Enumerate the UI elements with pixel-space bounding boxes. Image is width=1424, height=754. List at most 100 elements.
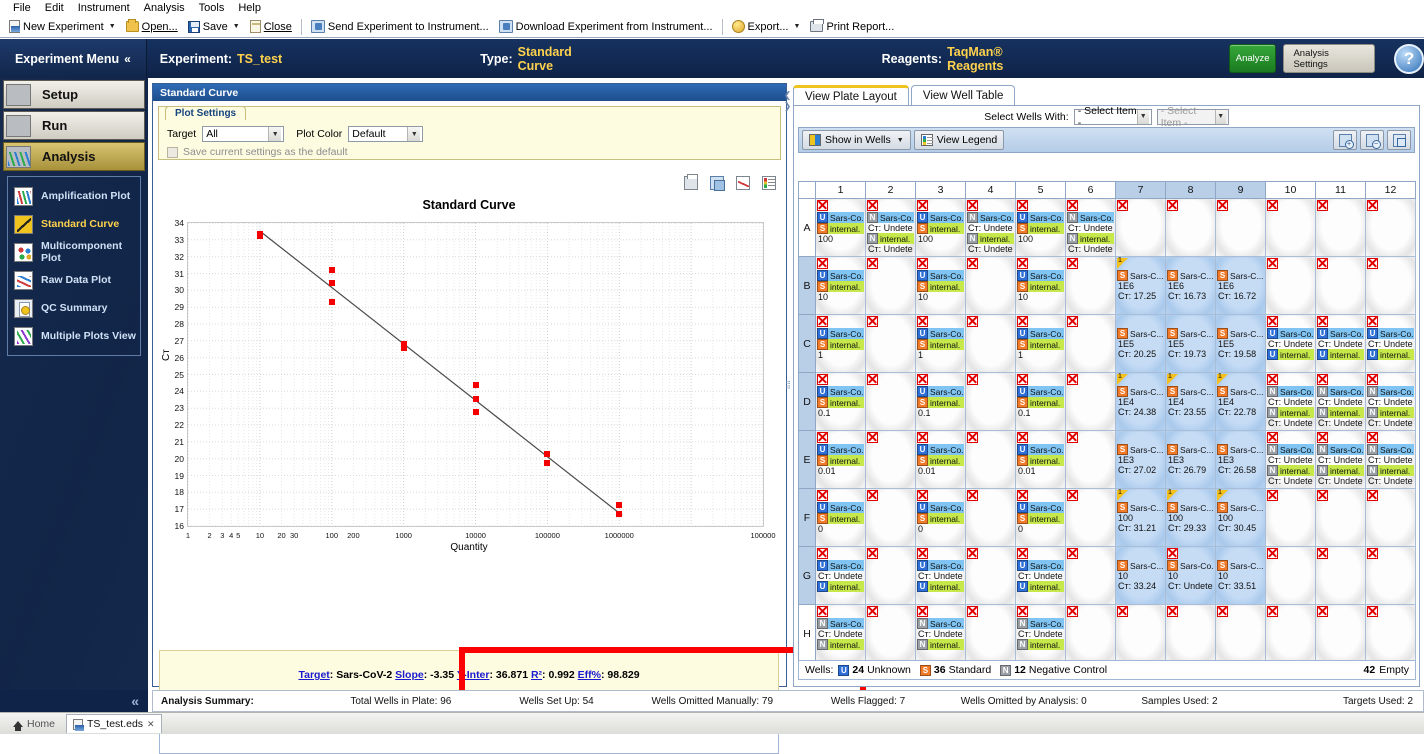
omitted-well-icon[interactable] — [1167, 606, 1178, 617]
omitted-well-icon[interactable] — [817, 606, 828, 617]
omitted-well-icon[interactable] — [1067, 316, 1078, 327]
plate-well[interactable]: U Sars-Co. Sinternal. 0 — [915, 488, 966, 547]
plate-well[interactable] — [865, 604, 916, 663]
omitted-well-icon[interactable] — [1067, 200, 1078, 211]
omitted-well-icon[interactable] — [1017, 200, 1028, 211]
omitted-well-icon[interactable] — [1367, 490, 1378, 501]
omitted-well-icon[interactable] — [967, 606, 978, 617]
plate-well[interactable]: 1 S Sars-C... 100 Cт: 29.33 — [1165, 488, 1216, 547]
plate-well[interactable] — [1315, 256, 1366, 315]
sidebar-item-multiple-plots-view[interactable]: Multiple Plots View — [8, 322, 140, 350]
plate-well[interactable]: N Sars-Co. Cт: Undete Ninternal. Cт: Undete — [1315, 372, 1366, 431]
plate-well[interactable] — [1165, 198, 1216, 257]
help-icon[interactable]: ? — [1394, 43, 1424, 74]
menu-help[interactable]: Help — [231, 0, 268, 16]
plot-settings-tab[interactable]: Plot Settings — [165, 106, 247, 120]
omitted-well-icon[interactable] — [1367, 606, 1378, 617]
view-legend-button[interactable]: View Legend — [913, 130, 1005, 150]
plate-well[interactable] — [1065, 488, 1116, 547]
plate-well[interactable]: U Sars-Co. Cт: Undete Uinternal. — [1315, 314, 1366, 373]
plate-well[interactable] — [1215, 198, 1266, 257]
sidebar-item-multicomponent-plot[interactable]: Multicomponent Plot — [8, 238, 140, 266]
omitted-well-icon[interactable] — [917, 490, 928, 501]
plate-well[interactable] — [1315, 604, 1366, 663]
omitted-well-icon[interactable] — [1017, 548, 1028, 559]
plate-well[interactable] — [965, 546, 1016, 605]
omitted-well-icon[interactable] — [817, 374, 828, 385]
plate-well[interactable] — [1315, 488, 1366, 547]
omitted-well-icon[interactable] — [867, 374, 878, 385]
result-r2-link[interactable]: R² — [531, 669, 542, 681]
plate-well[interactable]: N Sars-Co. Cт: Undete Ninternal. — [1015, 604, 1066, 663]
plate-well[interactable]: U Sars-Co. Sinternal. 0.01 — [915, 430, 966, 489]
plate-well[interactable] — [1315, 198, 1366, 257]
zoom-out-button[interactable]: − — [1360, 130, 1384, 150]
show-in-wells-button[interactable]: Show in Wells ▼ — [802, 130, 911, 150]
omitted-well-icon[interactable] — [1317, 606, 1328, 617]
plate-well[interactable] — [865, 256, 916, 315]
zoom-in-button[interactable]: + — [1333, 130, 1357, 150]
plate-column-header[interactable]: 9 — [1215, 181, 1266, 199]
omitted-well-icon[interactable] — [867, 316, 878, 327]
plate-column-header[interactable]: 2 — [865, 181, 916, 199]
omitted-well-icon[interactable] — [1167, 200, 1178, 211]
plate-well[interactable] — [1365, 198, 1416, 257]
sidebar-item-qc-summary[interactable]: QC Summary — [8, 294, 140, 322]
panel-splitter[interactable]: ❮ ❯ ⣿ — [784, 90, 792, 389]
open-button[interactable]: Open... — [121, 17, 183, 37]
analysis-settings-button[interactable]: Analysis Settings — [1283, 44, 1376, 73]
sidebar-item-standard-curve[interactable]: Standard Curve — [8, 210, 140, 238]
plate-well[interactable] — [1365, 256, 1416, 315]
plate-well[interactable]: U Sars-Co. Cт: Undete Uinternal. — [915, 546, 966, 605]
select-wells-dropdown-1[interactable]: - Select Item - ▼ — [1073, 105, 1152, 129]
plate-well[interactable] — [1065, 604, 1116, 663]
plate-well[interactable]: S Sars-Co. 10 Cт: Undete — [1165, 546, 1216, 605]
omitted-well-icon[interactable] — [1067, 490, 1078, 501]
plate-column-header[interactable]: 11 — [1315, 181, 1366, 199]
result-target-link[interactable]: Target — [298, 669, 329, 681]
plate-well[interactable] — [1065, 372, 1116, 431]
omitted-well-icon[interactable] — [817, 432, 828, 443]
plate-well[interactable] — [1115, 604, 1166, 663]
omitted-well-icon[interactable] — [1267, 432, 1278, 443]
sidebar-item-analysis[interactable]: Analysis — [3, 142, 145, 171]
plate-well[interactable] — [965, 488, 1016, 547]
plate-well[interactable]: S Sars-C... 1E3 Cт: 27.02 — [1115, 430, 1166, 489]
omitted-well-icon[interactable] — [817, 490, 828, 501]
menu-file[interactable]: File — [6, 0, 38, 16]
print-icon[interactable] — [684, 174, 698, 190]
plate-well[interactable]: U Sars-Co. Sinternal. 100 — [1015, 198, 1066, 257]
save-button[interactable]: Save ▼ — [183, 17, 245, 37]
plate-well[interactable] — [1215, 604, 1266, 663]
omitted-well-icon[interactable] — [867, 432, 878, 443]
omitted-well-icon[interactable] — [1267, 374, 1278, 385]
plate-well[interactable] — [865, 372, 916, 431]
plate-well[interactable]: U Sars-Co. Sinternal. 0.1 — [815, 372, 866, 431]
plate-well[interactable]: N Sars-Co. Cт: Undete Ninternal. — [915, 604, 966, 663]
omitted-well-icon[interactable] — [1317, 490, 1328, 501]
chart-data-point[interactable] — [544, 460, 551, 467]
plate-well[interactable]: U Sars-Co. Cт: Undete Uinternal. — [1015, 546, 1066, 605]
result-eff-link[interactable]: Eff% — [578, 669, 601, 681]
plate-well[interactable]: 1 S Sars-C... 1E6 Cт: 17.25 — [1115, 256, 1166, 315]
plate-row-header[interactable]: F — [798, 488, 816, 547]
plate-well[interactable] — [865, 314, 916, 373]
plate-well[interactable]: U Sars-Co. Sinternal. 1 — [1015, 314, 1066, 373]
plate-column-header[interactable]: 3 — [915, 181, 966, 199]
omitted-well-icon[interactable] — [1267, 316, 1278, 327]
omitted-well-icon[interactable] — [1367, 432, 1378, 443]
fit-to-window-button[interactable] — [1387, 130, 1411, 150]
omitted-well-icon[interactable] — [1217, 606, 1228, 617]
plate-well[interactable]: S Sars-C... 1E5 Cт: 20.25 — [1115, 314, 1166, 373]
omitted-well-icon[interactable] — [1067, 606, 1078, 617]
plate-well[interactable] — [1365, 604, 1416, 663]
sidebar-item-raw-data-plot[interactable]: Raw Data Plot — [8, 266, 140, 294]
tab-view-well-table[interactable]: View Well Table — [910, 85, 1016, 105]
omitted-well-icon[interactable] — [1317, 316, 1328, 327]
omitted-well-icon[interactable] — [1367, 548, 1378, 559]
omitted-well-icon[interactable] — [817, 316, 828, 327]
experiment-menu-header[interactable]: Experiment Menu « — [0, 39, 147, 78]
omitted-well-icon[interactable] — [1017, 374, 1028, 385]
chart-data-point[interactable] — [472, 395, 479, 402]
plate-well[interactable]: U Sars-Co. Sinternal. 1 — [915, 314, 966, 373]
